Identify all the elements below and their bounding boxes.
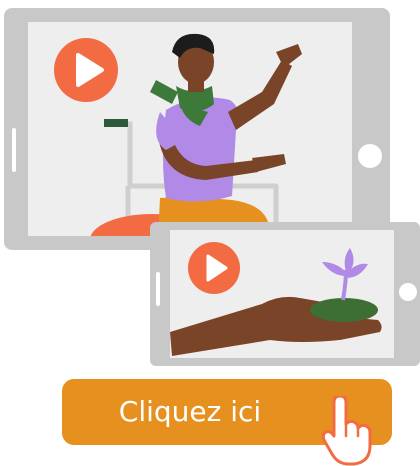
small-phone-home-button	[399, 283, 417, 301]
hand-pointer-icon	[321, 396, 372, 466]
small-phone-speaker	[156, 272, 160, 306]
cta-button-label: Cliquez ici	[118, 395, 262, 428]
large-phone-home-button	[358, 144, 382, 168]
small-play-button[interactable]	[188, 242, 240, 294]
large-play-button[interactable]	[54, 38, 118, 102]
large-phone-speaker	[12, 128, 16, 172]
